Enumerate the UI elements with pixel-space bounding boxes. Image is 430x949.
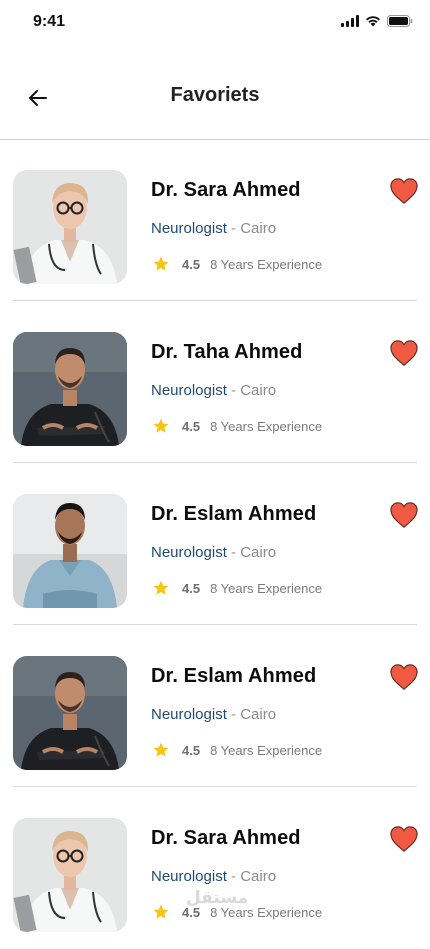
- doctor-experience: 8 Years Experience: [210, 742, 323, 758]
- doctor-name[interactable]: Dr. Eslam Ahmed: [151, 665, 316, 688]
- star-icon: [153, 418, 169, 433]
- favorites-list: Dr. Sara Ahmed Neurologist - Cairo 4.5 8…: [0, 139, 430, 949]
- doctor-experience: 8 Years Experience: [210, 256, 323, 272]
- doctor-rating: 4.5: [182, 580, 201, 596]
- doctor-specialty: Neurologist: [151, 706, 227, 723]
- favorite-heart-icon[interactable]: [389, 825, 419, 853]
- doctor-city: Cairo: [240, 220, 277, 237]
- doctor-name[interactable]: Dr. Sara Ahmed: [151, 827, 301, 850]
- meta-separator: -: [226, 544, 241, 561]
- doctor-specialty: Neurologist: [151, 220, 227, 237]
- rating-row: 4.5 8 Years Experience: [152, 741, 322, 759]
- doctor-name[interactable]: Dr. Eslam Ahmed: [151, 503, 316, 526]
- doctor-photo: [13, 494, 127, 608]
- doctor-rating: 4.5: [182, 256, 201, 272]
- doctor-name[interactable]: Dr. Sara Ahmed: [151, 179, 301, 202]
- doctor-experience: 8 Years Experience: [210, 418, 323, 434]
- doctor-card[interactable]: Dr. Eslam Ahmed Neurologist - Cairo 4.5 …: [0, 625, 430, 787]
- doctor-city: Cairo: [240, 706, 277, 723]
- doctor-city: Cairo: [240, 868, 277, 885]
- status-bar: 9:41: [0, 0, 430, 44]
- rating-row: 4.5 8 Years Experience: [152, 255, 322, 273]
- star-icon: [153, 580, 169, 595]
- doctor-specialty: Neurologist: [151, 382, 227, 399]
- meta-separator: -: [226, 868, 241, 885]
- doctor-meta: Neurologist - Cairo: [151, 544, 276, 561]
- doctor-city: Cairo: [240, 382, 277, 399]
- status-time: 9:41: [33, 13, 66, 30]
- doctor-meta: Neurologist - Cairo: [151, 220, 276, 237]
- favorite-heart-icon[interactable]: [389, 177, 419, 205]
- battery-icon: [387, 15, 413, 27]
- doctor-photo: [13, 170, 127, 284]
- doctor-meta: Neurologist - Cairo: [151, 868, 276, 885]
- favorite-heart-icon[interactable]: [389, 501, 419, 529]
- doctor-card[interactable]: Dr. Sara Ahmed Neurologist - Cairo 4.5 8…: [0, 787, 430, 949]
- star-icon: [153, 742, 169, 757]
- favorite-heart-icon[interactable]: [389, 339, 419, 367]
- star-icon: [153, 904, 169, 919]
- doctor-card[interactable]: Dr. Sara Ahmed Neurologist - Cairo 4.5 8…: [0, 139, 430, 301]
- doctor-meta: Neurologist - Cairo: [151, 382, 276, 399]
- page-title: Favoriets: [170, 84, 260, 106]
- meta-separator: -: [226, 382, 241, 399]
- doctor-rating: 4.5: [182, 742, 201, 758]
- doctor-city: Cairo: [240, 544, 277, 561]
- wifi-icon: [366, 16, 380, 27]
- watermark: مستقل: [186, 888, 249, 907]
- status-icons: [341, 15, 413, 27]
- doctor-card[interactable]: Dr. Taha Ahmed Neurologist - Cairo 4.5 8…: [0, 301, 430, 463]
- doctor-photo: [13, 818, 127, 932]
- meta-separator: -: [226, 220, 241, 237]
- doctor-card[interactable]: Dr. Eslam Ahmed Neurologist - Cairo 4.5 …: [0, 463, 430, 625]
- doctor-specialty: Neurologist: [151, 544, 227, 561]
- doctor-meta: Neurologist - Cairo: [151, 706, 276, 723]
- rating-row: 4.5 8 Years Experience: [152, 417, 322, 435]
- rating-row: 4.5 8 Years Experience: [152, 579, 322, 597]
- doctor-photo: [13, 656, 127, 770]
- header: Favoriets: [0, 44, 430, 140]
- favorite-heart-icon[interactable]: [389, 663, 419, 691]
- doctor-name[interactable]: Dr. Taha Ahmed: [151, 341, 302, 364]
- star-icon: [153, 256, 169, 271]
- doctor-experience: 8 Years Experience: [210, 580, 323, 596]
- doctor-rating: 4.5: [182, 418, 201, 434]
- meta-separator: -: [226, 706, 241, 723]
- cellular-signal-icon: [341, 15, 359, 27]
- doctor-photo: [13, 332, 127, 446]
- doctor-specialty: Neurologist: [151, 868, 227, 885]
